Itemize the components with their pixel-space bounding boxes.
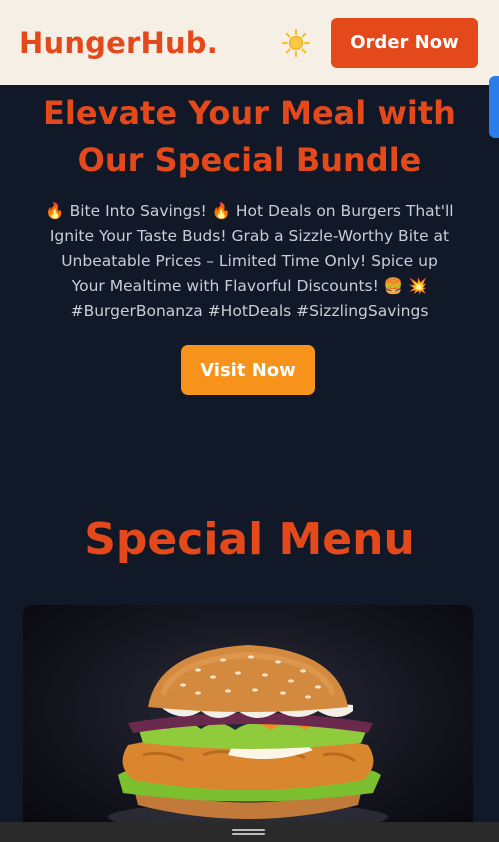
sun-icon: [281, 28, 311, 57]
visit-now-button[interactable]: Visit Now: [181, 345, 315, 395]
hero-description-line: #BurgerBonanza #HotDeals #SizzlingSaving…: [70, 302, 429, 320]
hero-description-line: Ignite Your Taste Buds! Grab a Sizzle-Wo…: [49, 227, 450, 245]
system-navigation-bar: [0, 822, 499, 842]
hero-description: 🔥 Bite Into Savings! 🔥 Hot Deals on Burg…: [22, 199, 477, 324]
hero-title: Elevate Your Meal with Our Special Bundl…: [0, 90, 499, 184]
hero-title-line: Our Special Bundle: [77, 141, 422, 179]
header-actions: Order Now: [281, 17, 478, 68]
burger-image: [108, 645, 388, 831]
menu-handle-icon[interactable]: [232, 829, 265, 835]
order-now-button[interactable]: Order Now: [331, 17, 478, 68]
site-header: HungerHub. Order Now: [0, 0, 499, 85]
hero-description-line: Unbeatable Prices – Limited Time Only! S…: [61, 252, 438, 270]
hero-description-line: 🔥 Bite Into Savings! 🔥 Hot Deals on Burg…: [45, 202, 454, 220]
hero-title-line: Elevate Your Meal with: [43, 94, 456, 132]
theme-toggle[interactable]: [281, 28, 311, 58]
hero-description-line: Your Mealtime with Flavorful Discounts! …: [71, 277, 428, 295]
brand-logo[interactable]: HungerHub.: [19, 26, 218, 60]
section-title-special-menu: Special Menu: [84, 514, 415, 565]
menu-item-card[interactable]: [23, 605, 473, 835]
